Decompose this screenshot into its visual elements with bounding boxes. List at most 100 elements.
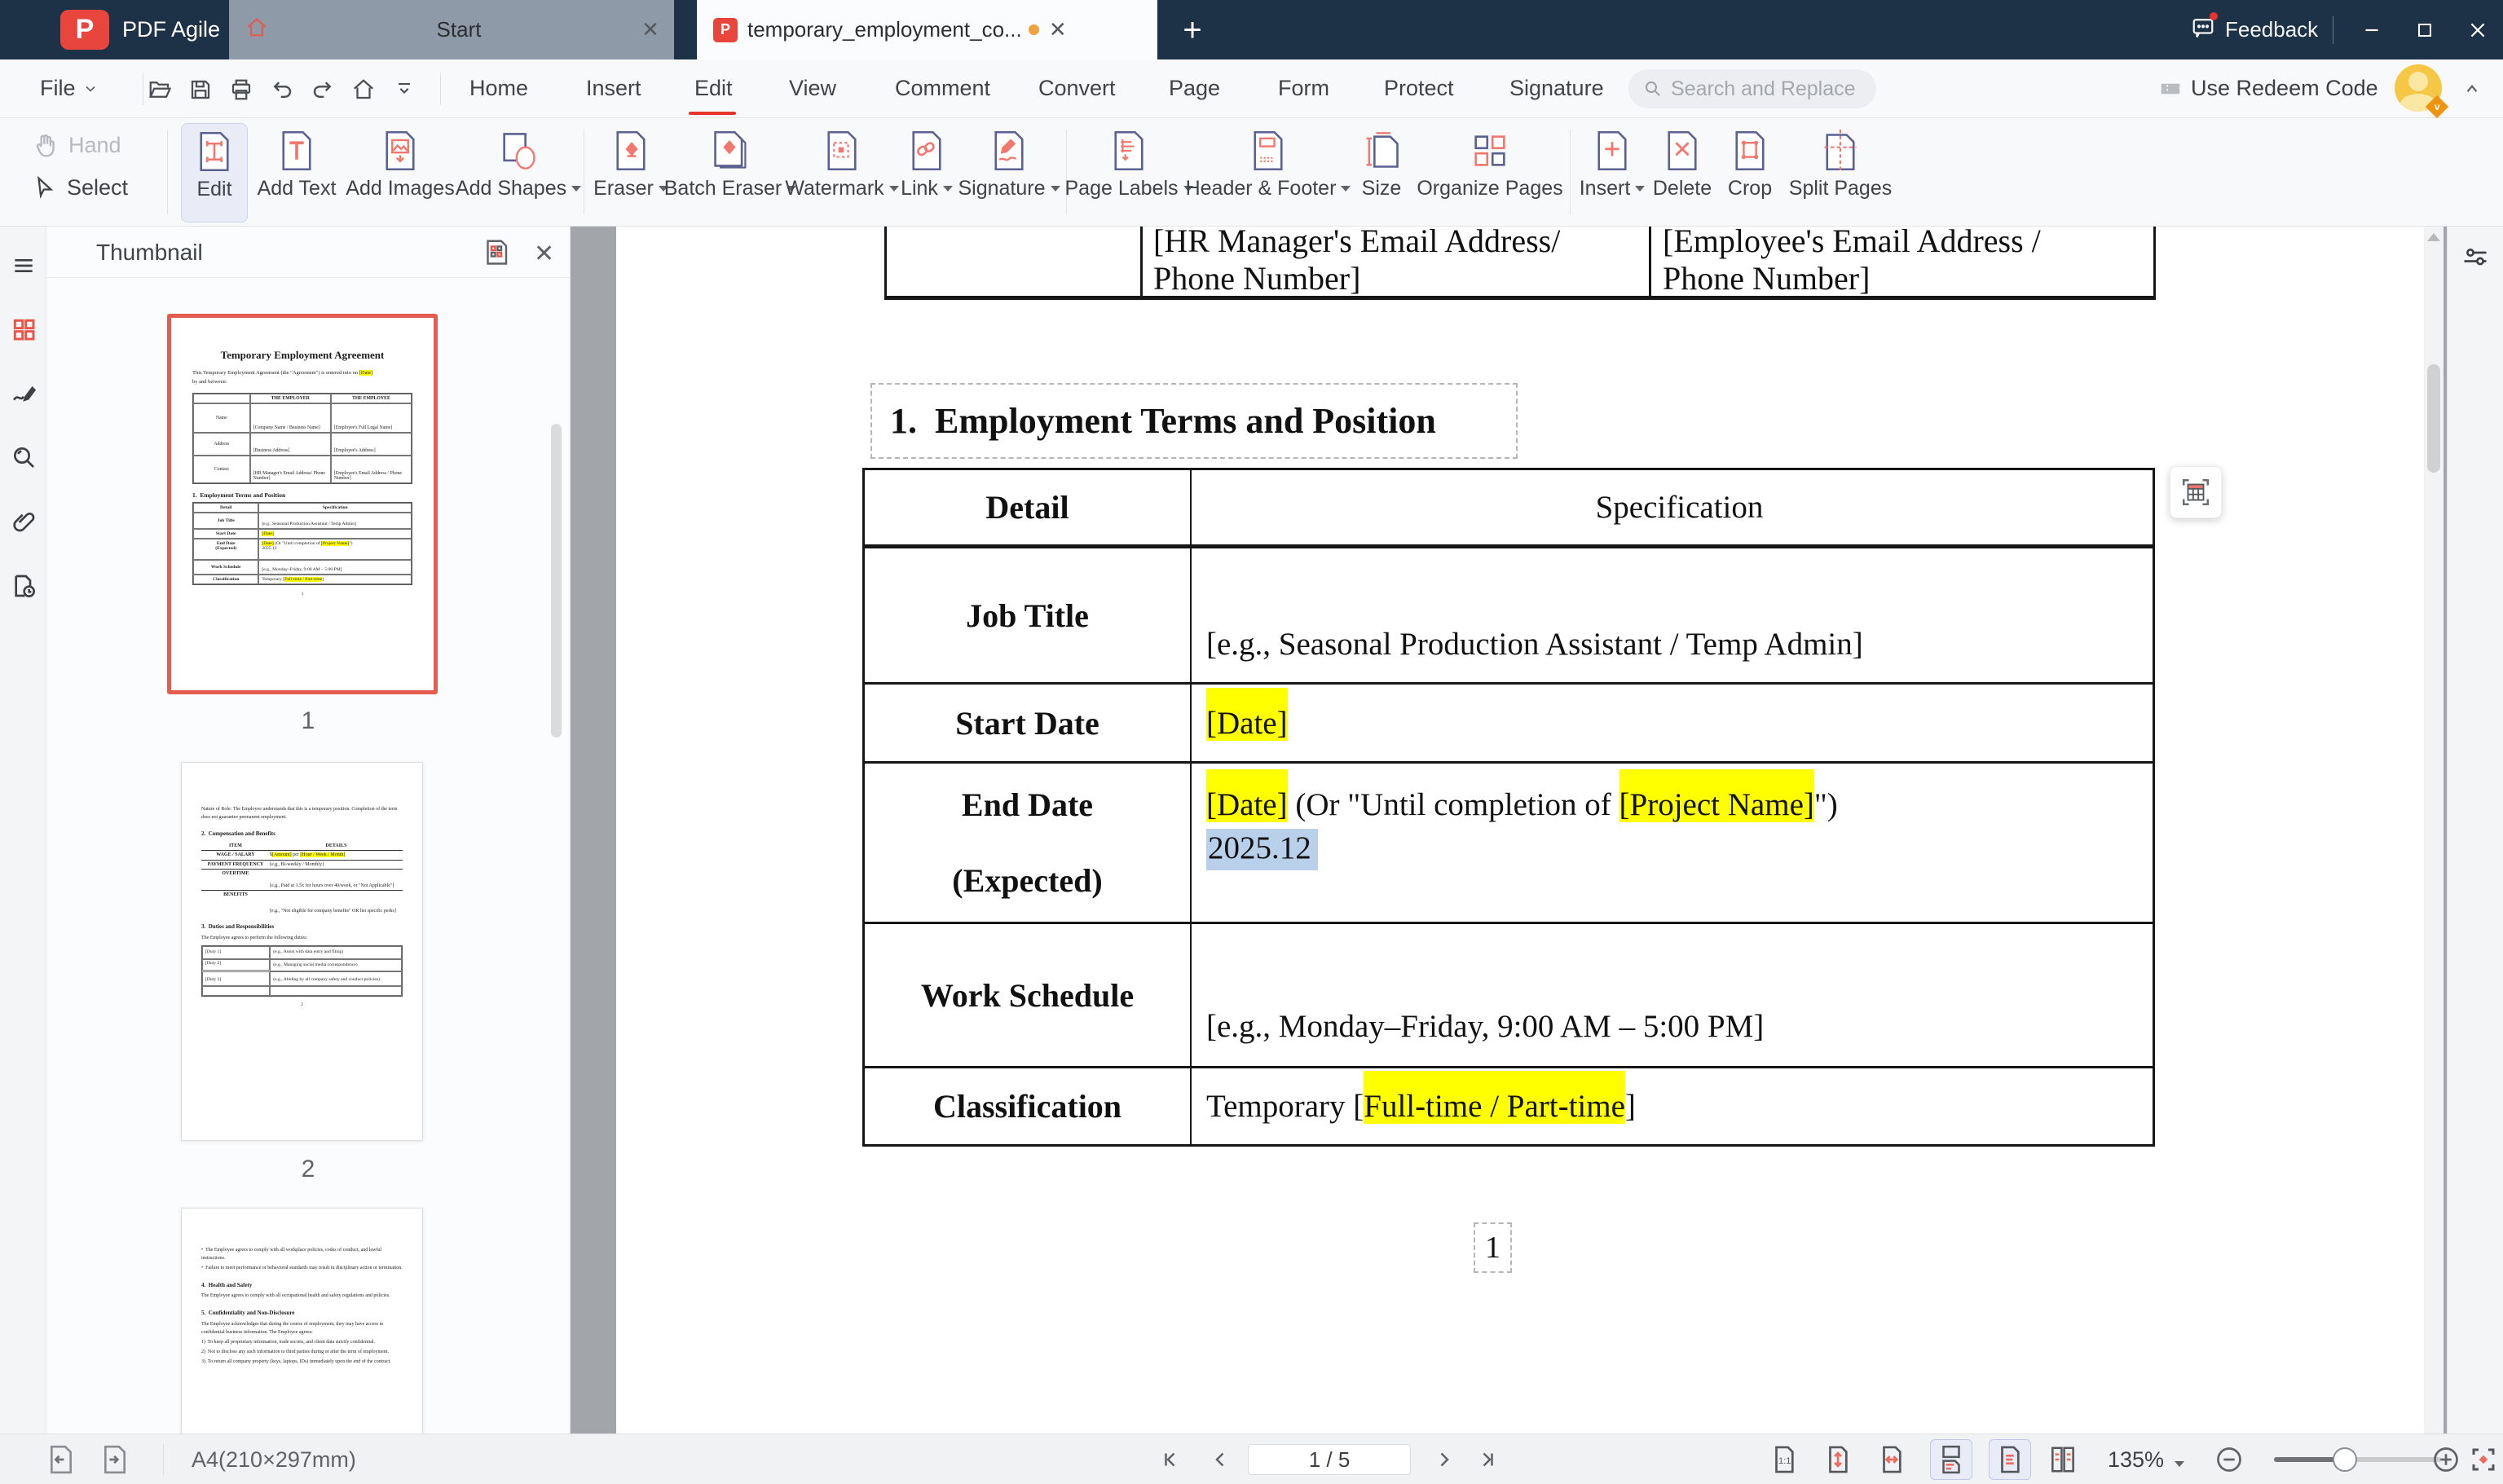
zoom-slider-knob[interactable] <box>2333 1447 2357 1472</box>
collapse-ribbon-button[interactable] <box>388 73 421 106</box>
fit-width-button[interactable] <box>1873 1441 1910 1478</box>
toolbar-split-pages-button[interactable]: Split Pages <box>1785 123 1896 222</box>
toolbar-link-button[interactable]: Link <box>897 123 957 222</box>
menu-form[interactable]: Form <box>1273 59 1334 117</box>
date-highlight[interactable]: [Date] <box>1206 705 1288 741</box>
job-title-label[interactable]: Job Title <box>865 548 1192 682</box>
sidebar-attachments-button[interactable] <box>9 508 38 537</box>
selected-text[interactable]: 2025.12 <box>1206 829 1318 870</box>
menu-edit[interactable]: Edit <box>690 59 738 117</box>
account-avatar[interactable]: v <box>2395 64 2449 119</box>
home-shortcut-button[interactable] <box>347 73 380 106</box>
toolbar-page-labels-button[interactable]: Page Labels <box>1065 123 1193 222</box>
header-detail[interactable]: Detail <box>865 470 1192 544</box>
toolbar-organize-pages-button[interactable]: Organize Pages <box>1417 123 1563 222</box>
header-specification[interactable]: Specification <box>1192 470 2153 544</box>
fullscreen-button[interactable] <box>2465 1441 2502 1478</box>
thumbnail-panel-scrollbar[interactable] <box>551 424 562 738</box>
previous-page-button[interactable] <box>1202 1441 1240 1478</box>
menu-page[interactable]: Page <box>1164 59 1225 117</box>
close-button[interactable] <box>2461 15 2494 46</box>
menu-file[interactable]: File <box>35 59 104 117</box>
menu-home[interactable]: Home <box>465 59 533 117</box>
zoom-slider-track[interactable] <box>2274 1457 2441 1462</box>
document-scrollbar[interactable] <box>2424 227 2444 1433</box>
search-and-replace-input[interactable]: Search and Replace <box>1628 69 1876 108</box>
properties-panel-button[interactable] <box>2461 243 2490 276</box>
sidebar-search-button[interactable] <box>9 443 38 472</box>
end-date-label[interactable]: End Date (Expected) <box>865 764 1192 922</box>
zoom-level-dropdown-icon[interactable] <box>2175 1456 2184 1471</box>
toolbar-add-text-button[interactable]: Add Text <box>255 123 338 222</box>
actual-size-button[interactable]: 1:1 <box>1765 1441 1803 1478</box>
zoom-in-button[interactable] <box>2427 1441 2465 1478</box>
classification-label[interactable]: Classification <box>865 1068 1192 1144</box>
thumbnail-page-1[interactable]: Temporary Employment Agreement This Temp… <box>167 314 438 694</box>
hr-contact-line1[interactable]: [HR Manager's Email Address/ <box>1153 227 1560 260</box>
parties-table-fragment[interactable]: [HR Manager's Email Address/ Phone Numbe… <box>884 227 2156 300</box>
toolbar-batch-eraser-button[interactable]: Batch Eraser <box>664 123 797 222</box>
toolbar-edit-button[interactable]: Edit <box>181 123 248 222</box>
toolbar-add-images-button[interactable]: Add Images <box>346 123 455 222</box>
first-page-button[interactable] <box>1153 1441 1191 1478</box>
menu-convert[interactable]: Convert <box>1033 59 1121 117</box>
two-page-view-button[interactable] <box>2044 1441 2082 1478</box>
new-tab-button[interactable]: + <box>1174 11 1211 49</box>
tab-start-close-icon[interactable]: ✕ <box>638 17 663 42</box>
minimize-button[interactable] <box>2355 15 2388 46</box>
menu-protect[interactable]: Protect <box>1379 59 1459 117</box>
undo-button[interactable] <box>266 73 298 106</box>
work-schedule-label[interactable]: Work Schedule <box>865 924 1192 1066</box>
table-edit-button[interactable] <box>2170 466 2222 518</box>
toolbar-watermark-button[interactable]: Watermark <box>785 123 899 222</box>
menu-signature[interactable]: Signature <box>1505 59 1609 117</box>
toolbar-header-footer-button[interactable]: Header & Footer <box>1186 123 1351 222</box>
sidebar-thumbnails-button[interactable] <box>9 315 38 344</box>
menu-view[interactable]: View <box>784 59 841 117</box>
next-document-button[interactable] <box>96 1441 134 1478</box>
end-date-value[interactable]: [Date] (Or "Until completion of [Project… <box>1192 764 2153 922</box>
sidebar-menu-button[interactable] <box>9 251 38 280</box>
zoom-level-label[interactable]: 135% <box>2108 1434 2164 1484</box>
classification-value[interactable]: Temporary [Full-time / Part-time] <box>1192 1068 2153 1144</box>
use-redeem-code-button[interactable]: Use Redeem Code <box>2158 59 2378 117</box>
fit-page-button[interactable] <box>1819 1441 1857 1478</box>
previous-document-button[interactable] <box>42 1441 80 1478</box>
scrollbar-thumb[interactable] <box>2427 364 2440 473</box>
toolbar-eraser-button[interactable]: Eraser <box>593 123 668 222</box>
toolbar-insert-button[interactable]: Insert <box>1580 123 1646 222</box>
toolbar-signature-button[interactable]: Signature <box>958 123 1060 222</box>
page-indicator-input[interactable]: 1 / 5 <box>1248 1444 1411 1475</box>
work-schedule-value[interactable]: [e.g., Monday–Friday, 9:00 AM – 5:00 PM] <box>1192 924 2153 1066</box>
toolbar-size-button[interactable]: Size <box>1355 123 1408 222</box>
continuous-scroll-button[interactable] <box>1930 1439 1972 1480</box>
employee-contact-line1[interactable]: [Employee's Email Address / <box>1663 227 2041 260</box>
thumbnail-page-2[interactable]: Nature of Role: The Employee understands… <box>181 762 423 1141</box>
save-button[interactable] <box>184 73 217 106</box>
start-date-label[interactable]: Start Date <box>865 685 1192 761</box>
print-button[interactable] <box>225 73 258 106</box>
toolbar-delete-button[interactable]: Delete <box>1648 123 1716 222</box>
hr-contact-line2[interactable]: Phone Number] <box>1153 259 1360 297</box>
zoom-out-button[interactable] <box>2210 1441 2248 1478</box>
open-file-button[interactable] <box>143 73 176 106</box>
scroll-up-arrow[interactable] <box>2427 233 2440 241</box>
next-page-button[interactable] <box>1425 1441 1462 1478</box>
maximize-button[interactable] <box>2408 15 2441 46</box>
thumbnail-page-3[interactable]: • The Employee agrees to comply with all… <box>181 1208 423 1433</box>
job-title-value[interactable]: [e.g., Seasonal Production Assistant / T… <box>1192 548 2153 682</box>
section-heading-editbox[interactable]: 1. Employment Terms and Position <box>870 383 1518 459</box>
menu-insert[interactable]: Insert <box>581 59 646 117</box>
employee-contact-line2[interactable]: Phone Number] <box>1663 259 1870 297</box>
hand-tool-button[interactable]: Hand <box>33 126 121 164</box>
last-page-button[interactable] <box>1467 1441 1505 1478</box>
start-date-value[interactable]: [Date] <box>1192 685 2153 761</box>
thumbnail-panel-close-icon[interactable]: ✕ <box>534 240 554 268</box>
tab-start[interactable]: Start ✕ <box>229 0 674 59</box>
employment-terms-table[interactable]: Detail Specification Job Title [e.g., Se… <box>862 468 2155 1147</box>
toolbar-crop-button[interactable]: Crop <box>1720 123 1780 222</box>
tab-document-close-icon[interactable]: ✕ <box>1046 17 1070 42</box>
tab-document[interactable]: P temporary_employment_co... ✕ <box>697 0 1157 59</box>
sidebar-annotations-button[interactable] <box>9 380 38 409</box>
menu-comment[interactable]: Comment <box>890 59 995 117</box>
